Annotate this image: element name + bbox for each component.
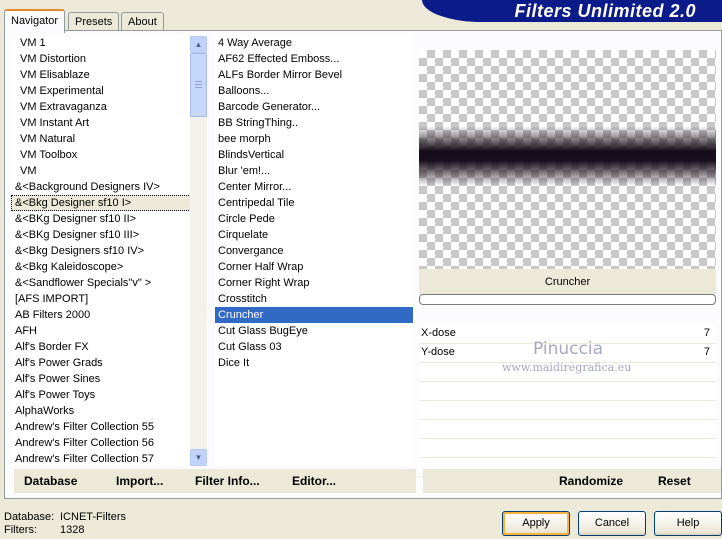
category-item[interactable]: Andrew's Filter Collection 57 bbox=[11, 451, 191, 467]
right-action-bar: Randomize Reset bbox=[423, 469, 721, 493]
category-item[interactable]: Alf's Power Grads bbox=[11, 355, 191, 371]
filter-item[interactable]: Centripedal Tile bbox=[215, 195, 413, 211]
category-item[interactable]: VM Distortion bbox=[11, 51, 191, 67]
navigator-panel: VM 1 VM Distortion VM Elisablaze VM Experim… bbox=[4, 30, 722, 499]
category-item[interactable]: VM Instant Art bbox=[11, 115, 191, 131]
category-item[interactable]: VM Toolbox bbox=[11, 147, 191, 163]
category-item[interactable]: VM Experimental bbox=[11, 83, 191, 99]
category-item[interactable]: VM 1 bbox=[11, 35, 191, 51]
category-item[interactable]: Alf's Border FX bbox=[11, 339, 191, 355]
category-item[interactable]: Alf's Power Sines bbox=[11, 371, 191, 387]
scroll-up-icon[interactable]: ▲ bbox=[190, 36, 207, 53]
filter-item[interactable]: Cut Glass 03 bbox=[215, 339, 413, 355]
filter-item[interactable]: Dice It bbox=[215, 355, 413, 371]
status-filters-label: Filters: bbox=[4, 524, 37, 536]
filter-item[interactable]: Center Mirror... bbox=[215, 179, 413, 195]
filter-item[interactable]: Corner Right Wrap bbox=[215, 275, 413, 291]
filter-item[interactable]: Cirquelate bbox=[215, 227, 413, 243]
watermark-url: www.maidiregrafica.eu bbox=[502, 361, 632, 374]
param-row-empty bbox=[419, 420, 716, 439]
filter-item[interactable]: Crosstitch bbox=[215, 291, 413, 307]
param-value: 7 bbox=[703, 346, 710, 358]
scroll-down-icon[interactable]: ▼ bbox=[190, 449, 207, 466]
category-item[interactable]: &<Bkg Kaleidoscope> bbox=[11, 259, 191, 275]
filter-item[interactable]: BlindsVertical bbox=[215, 147, 413, 163]
reset-link[interactable]: Reset bbox=[658, 474, 691, 488]
param-row-empty bbox=[419, 382, 716, 401]
status-filters-value: 1328 bbox=[60, 524, 85, 536]
filter-item[interactable]: ALFs Border Mirror Bevel bbox=[215, 67, 413, 83]
param-row-empty bbox=[419, 401, 716, 420]
filter-item[interactable]: BB StringThing.. bbox=[215, 115, 413, 131]
filter-item[interactable]: Barcode Generator... bbox=[215, 99, 413, 115]
category-item[interactable]: [AFS IMPORT] bbox=[11, 291, 191, 307]
tab-about[interactable]: About bbox=[121, 12, 164, 31]
app-title: Filters Unlimited 2.0 bbox=[514, 1, 696, 21]
preview-band bbox=[419, 126, 716, 186]
param-label: X-dose bbox=[421, 327, 456, 339]
filter-item[interactable]: Blur 'em!... bbox=[215, 163, 413, 179]
filter-item[interactable]: Balloons... bbox=[215, 83, 413, 99]
category-item[interactable]: Andrew's Filter Collection 55 bbox=[11, 419, 191, 435]
filter-item[interactable]: 4 Way Average bbox=[215, 35, 413, 51]
progress-bar bbox=[419, 294, 716, 305]
category-item[interactable]: AlphaWorks bbox=[11, 403, 191, 419]
database-link[interactable]: Database bbox=[24, 474, 77, 488]
category-item[interactable]: &<BKg Designer sf10 II> bbox=[11, 211, 191, 227]
status-db-value: ICNET-Filters bbox=[60, 511, 126, 523]
category-list[interactable]: VM 1 VM Distortion VM Elisablaze VM Experim… bbox=[11, 35, 191, 467]
randomize-link[interactable]: Randomize bbox=[559, 474, 623, 488]
filter-list[interactable]: 4 Way Average AF62 Effected Emboss... ALFs… bbox=[215, 35, 413, 467]
help-button[interactable]: Help bbox=[654, 511, 722, 536]
category-item[interactable]: &<Sandflower Specials"v" > bbox=[11, 275, 191, 291]
import-link[interactable]: Import... bbox=[116, 474, 163, 488]
filter-item[interactable]: AF62 Effected Emboss... bbox=[215, 51, 413, 67]
filter-item[interactable]: Circle Pede bbox=[215, 211, 413, 227]
category-item[interactable]: &<BKg Designer sf10 III> bbox=[11, 227, 191, 243]
status-database: Database: ICNET-Filters bbox=[4, 511, 126, 523]
status-db-label: Database: bbox=[4, 511, 55, 523]
scroll-thumb[interactable] bbox=[190, 53, 207, 117]
category-item[interactable]: &<Bkg Designers sf10 IV> bbox=[11, 243, 191, 259]
filter-item[interactable]: Cruncher bbox=[215, 307, 413, 323]
filter-preview bbox=[419, 50, 716, 269]
editor-link[interactable]: Editor... bbox=[292, 474, 336, 488]
selected-filter-name: Cruncher bbox=[419, 269, 716, 295]
apply-button[interactable]: Apply bbox=[502, 511, 570, 536]
category-item[interactable]: VM Elisablaze bbox=[11, 67, 191, 83]
status-filters: Filters: 1328 bbox=[4, 524, 84, 536]
category-item[interactable]: VM Extravaganza bbox=[11, 99, 191, 115]
category-item[interactable]: AB Filters 2000 bbox=[11, 307, 191, 323]
app-title-banner: Filters Unlimited 2.0 bbox=[422, 0, 722, 22]
category-item[interactable]: &<Bkg Designer sf10 I> bbox=[11, 195, 191, 211]
category-item[interactable]: &<Background Designers IV> bbox=[11, 179, 191, 195]
filter-item[interactable]: Convergance bbox=[215, 243, 413, 259]
category-item[interactable]: VM bbox=[11, 163, 191, 179]
param-row-empty bbox=[419, 439, 716, 458]
watermark-name: Pinuccia bbox=[533, 339, 603, 359]
category-item[interactable]: Alf's Power Toys bbox=[11, 387, 191, 403]
filter-info-link[interactable]: Filter Info... bbox=[195, 474, 260, 488]
filter-item[interactable]: bee morph bbox=[215, 131, 413, 147]
filter-item[interactable]: Corner Half Wrap bbox=[215, 259, 413, 275]
filter-item[interactable]: Cut Glass BugEye bbox=[215, 323, 413, 339]
cancel-button[interactable]: Cancel bbox=[578, 511, 646, 536]
param-value: 7 bbox=[703, 327, 710, 339]
left-action-bar: Database Import... Filter Info... Editor… bbox=[14, 469, 416, 493]
param-label: Y-dose bbox=[421, 346, 455, 358]
tab-navigator[interactable]: Navigator bbox=[4, 9, 66, 33]
category-scrollbar[interactable]: ▲ ▼ bbox=[190, 36, 207, 466]
tab-presets[interactable]: Presets bbox=[68, 12, 120, 31]
category-item[interactable]: AFH bbox=[11, 323, 191, 339]
category-item[interactable]: VM Natural bbox=[11, 131, 191, 147]
category-item[interactable]: Andrew's Filter Collection 56 bbox=[11, 435, 191, 451]
